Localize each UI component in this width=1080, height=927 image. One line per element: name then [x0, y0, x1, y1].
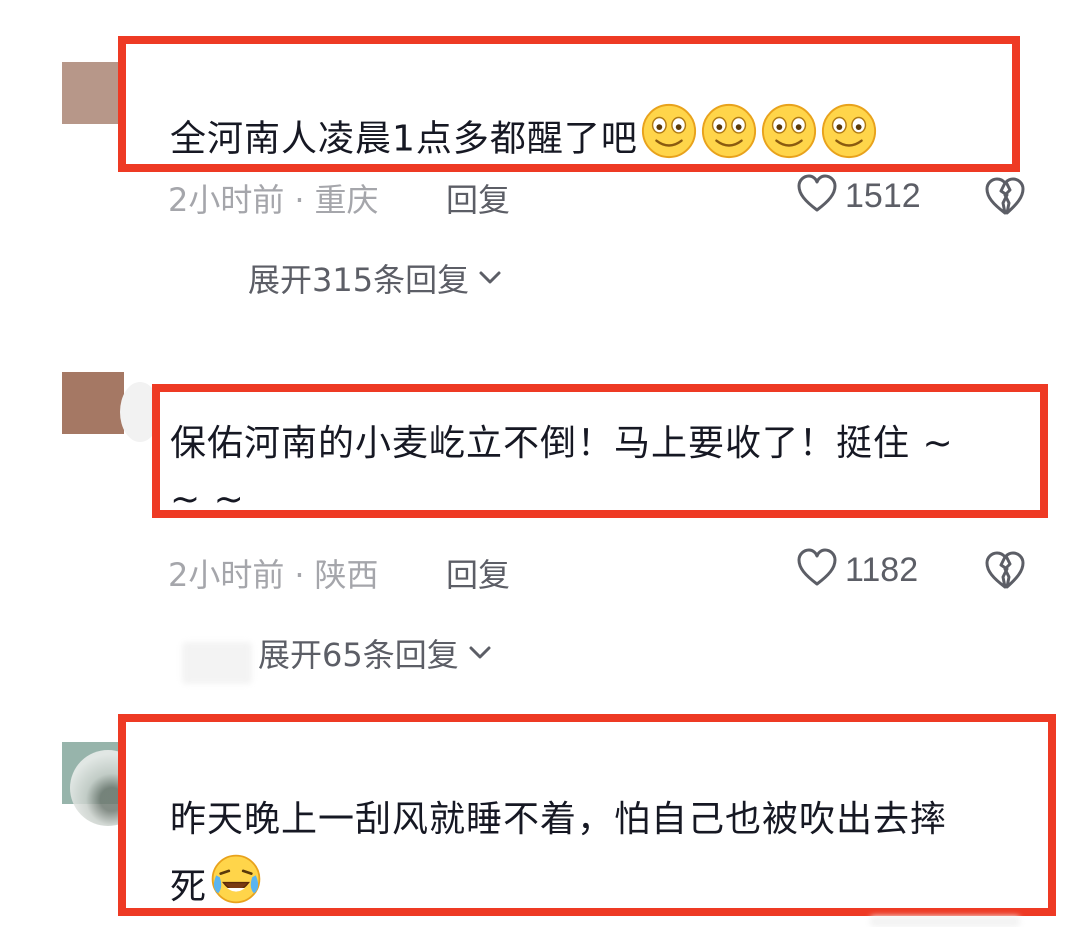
comment-text-line-2: 死	[170, 866, 208, 908]
blurred-reply-avatar	[182, 642, 252, 684]
comment-text-line: ~ ~	[170, 479, 245, 518]
highlight-box: 保佑河南的小麦屹立不倒！马上要收了！挺住 ~ ~ ~	[152, 384, 1048, 518]
expand-replies-button[interactable]: 展开315条回复	[248, 255, 505, 301]
heart-icon	[795, 546, 839, 594]
comment-item: 全河南人凌晨1点多都醒了吧 2小时前 · 重庆 回复 1512 展开315条回复	[0, 0, 1080, 330]
chevron-down-icon	[475, 263, 505, 293]
comment-text: 全河南人凌晨1点多都醒了吧	[170, 102, 878, 164]
comment-text: 昨天晚上一刮风就睡不着，怕自己也被吹出去摔 死	[170, 790, 948, 908]
comment-meta: 2小时前 · 重庆	[168, 175, 379, 221]
comment-location: 陕西	[314, 556, 379, 594]
comment-meta: 2小时前 · 陕西	[168, 550, 379, 596]
like-button[interactable]: 1182	[795, 546, 918, 594]
like-count: 1182	[845, 550, 919, 589]
heart-icon	[795, 172, 839, 220]
separator: ·	[294, 181, 305, 219]
avatar[interactable]	[62, 372, 124, 434]
highlight-box: 昨天晚上一刮风就睡不着，怕自己也被吹出去摔 死	[118, 714, 1056, 916]
broken-heart-icon	[982, 177, 1028, 222]
blurred-footer-icons	[870, 916, 1020, 927]
smile-face-icon	[820, 102, 878, 164]
expand-replies-label: 展开65条回复	[258, 636, 459, 674]
dislike-button[interactable]	[982, 548, 1028, 596]
comment-text-line: 昨天晚上一刮风就睡不着，怕自己也被吹出去摔	[170, 799, 948, 840]
expand-replies-label: 展开315条回复	[248, 261, 470, 299]
avatar[interactable]	[62, 62, 124, 124]
comment-text-line: 死	[170, 852, 947, 908]
smile-face-icon	[640, 102, 698, 164]
comment-time: 2小时前	[168, 181, 285, 219]
comment-location: 重庆	[314, 181, 379, 219]
separator: ·	[294, 556, 305, 594]
like-count: 1512	[845, 176, 921, 215]
comment-text: 保佑河南的小麦屹立不倒！马上要收了！挺住 ~ ~ ~	[170, 414, 954, 518]
smile-face-icon	[760, 102, 818, 164]
comment-time: 2小时前	[168, 556, 285, 594]
dislike-button[interactable]	[982, 174, 1028, 222]
like-button[interactable]: 1512	[795, 172, 921, 220]
reply-button[interactable]: 回复	[446, 175, 510, 221]
broken-heart-icon	[982, 551, 1028, 596]
comment-item: 昨天晚上一刮风就睡不着，怕自己也被吹出去摔 死	[0, 710, 1080, 927]
laugh-cry-face-icon	[209, 852, 263, 908]
smile-face-icon	[700, 102, 758, 164]
expand-replies-button[interactable]: 展开65条回复	[258, 630, 495, 676]
highlight-box: 全河南人凌晨1点多都醒了吧	[118, 36, 1020, 172]
chevron-down-icon	[465, 638, 495, 668]
reply-button[interactable]: 回复	[446, 550, 510, 596]
comment-text-line: 保佑河南的小麦屹立不倒！马上要收了！挺住 ~	[170, 423, 954, 464]
comment-item: 保佑河南的小麦屹立不倒！马上要收了！挺住 ~ ~ ~ 2小时前 · 陕西 回复 11…	[0, 330, 1080, 710]
